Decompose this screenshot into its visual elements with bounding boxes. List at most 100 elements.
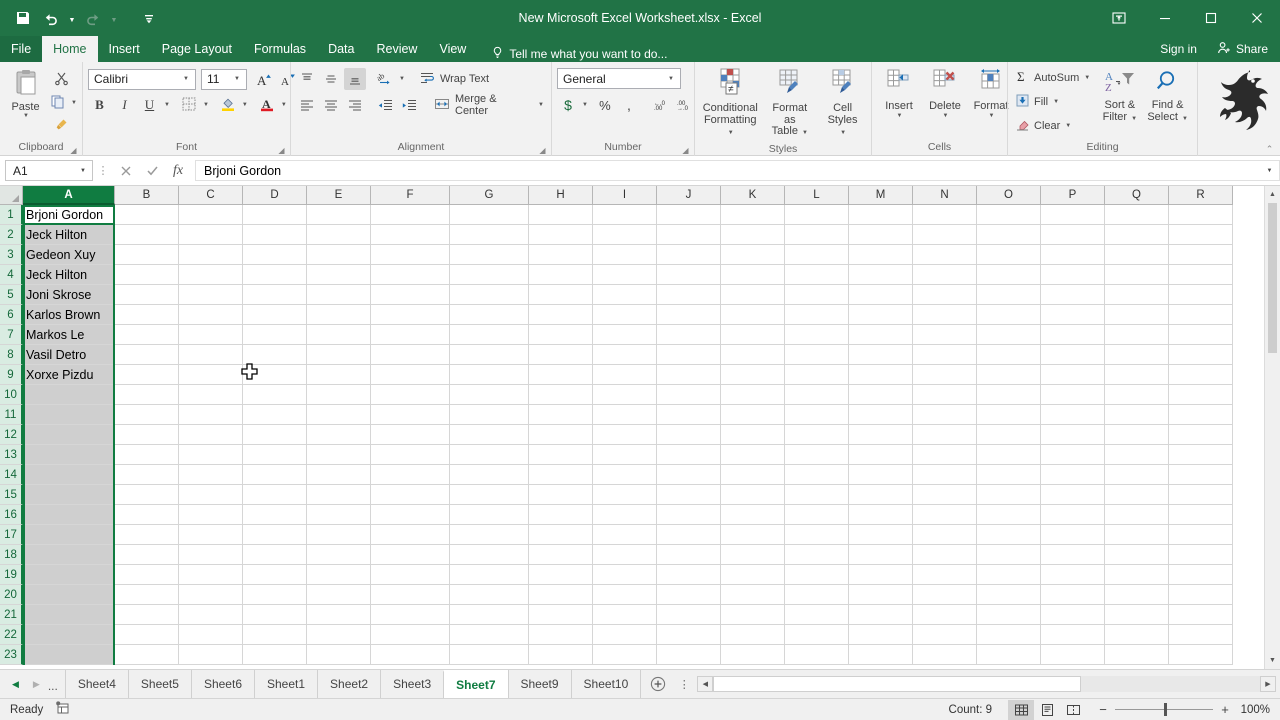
cell-R8[interactable] <box>1169 345 1233 365</box>
cell-P21[interactable] <box>1041 605 1105 625</box>
cell-E6[interactable] <box>307 305 371 325</box>
cell-A13[interactable] <box>23 445 115 465</box>
cell-M18[interactable] <box>849 545 913 565</box>
zoom-out-button[interactable]: − <box>1098 702 1108 717</box>
sort-filter-caret[interactable]: ▼ <box>1131 116 1137 122</box>
cell-A7[interactable]: Markos Le <box>23 325 115 345</box>
cell-M10[interactable] <box>849 385 913 405</box>
insert-cells-caret[interactable]: ▼ <box>897 113 903 119</box>
cell-styles-caret[interactable]: ▼ <box>840 130 846 136</box>
cell-O18[interactable] <box>977 545 1041 565</box>
cell-O10[interactable] <box>977 385 1041 405</box>
ribbon-tab-data[interactable]: Data <box>317 36 365 62</box>
fill-color-dropdown-caret[interactable]: ▼ <box>242 102 248 108</box>
cell-Q15[interactable] <box>1105 485 1169 505</box>
cell-P6[interactable] <box>1041 305 1105 325</box>
cell-G2[interactable] <box>450 225 529 245</box>
cell-E4[interactable] <box>307 265 371 285</box>
cell-O16[interactable] <box>977 505 1041 525</box>
cell-J11[interactable] <box>657 405 721 425</box>
cell-J9[interactable] <box>657 365 721 385</box>
cell-I1[interactable] <box>593 205 657 225</box>
cell-H13[interactable] <box>529 445 593 465</box>
customize-quick-access-icon[interactable] <box>136 5 162 31</box>
cell-N15[interactable] <box>913 485 977 505</box>
cell-B11[interactable] <box>115 405 179 425</box>
row-header-3[interactable]: 3 <box>0 245 23 265</box>
cell-M12[interactable] <box>849 425 913 445</box>
cell-L21[interactable] <box>785 605 849 625</box>
cell-N2[interactable] <box>913 225 977 245</box>
number-format-caret[interactable]: ▼ <box>664 76 678 82</box>
cell-K3[interactable] <box>721 245 785 265</box>
cell-I7[interactable] <box>593 325 657 345</box>
wrap-text-button[interactable]: Wrap Text <box>417 68 491 90</box>
cell-F21[interactable] <box>371 605 450 625</box>
row-header-6[interactable]: 6 <box>0 305 23 325</box>
cell-D9[interactable] <box>243 365 307 385</box>
decrease-indent-button[interactable] <box>374 94 396 116</box>
cell-P23[interactable] <box>1041 645 1105 665</box>
cell-O23[interactable] <box>977 645 1041 665</box>
sign-in-button[interactable]: Sign in <box>1148 42 1209 56</box>
cell-K19[interactable] <box>721 565 785 585</box>
cell-C12[interactable] <box>179 425 243 445</box>
row-header-13[interactable]: 13 <box>0 445 23 465</box>
cell-M11[interactable] <box>849 405 913 425</box>
cell-B5[interactable] <box>115 285 179 305</box>
cell-O1[interactable] <box>977 205 1041 225</box>
cell-N12[interactable] <box>913 425 977 445</box>
middle-align-button[interactable] <box>320 68 342 90</box>
cell-L3[interactable] <box>785 245 849 265</box>
cell-F16[interactable] <box>371 505 450 525</box>
cell-G9[interactable] <box>450 365 529 385</box>
cell-L18[interactable] <box>785 545 849 565</box>
cell-D23[interactable] <box>243 645 307 665</box>
cell-C2[interactable] <box>179 225 243 245</box>
confirm-entry-icon[interactable] <box>139 160 165 182</box>
cell-C9[interactable] <box>179 365 243 385</box>
merge-center-dropdown-caret[interactable]: ▼ <box>538 102 544 108</box>
cell-P18[interactable] <box>1041 545 1105 565</box>
find-select-caret[interactable]: ▼ <box>1182 116 1188 122</box>
page-break-preview-button[interactable] <box>1060 700 1086 720</box>
copy-dropdown-caret[interactable]: ▼ <box>71 100 77 106</box>
cell-K10[interactable] <box>721 385 785 405</box>
sheet-tab-sheet1[interactable]: Sheet1 <box>254 670 319 698</box>
cell-R17[interactable] <box>1169 525 1233 545</box>
cell-A20[interactable] <box>23 585 115 605</box>
cell-O12[interactable] <box>977 425 1041 445</box>
column-header-f[interactable]: F <box>371 186 450 205</box>
fill-color-button[interactable] <box>217 94 239 116</box>
cell-O19[interactable] <box>977 565 1041 585</box>
cell-Q19[interactable] <box>1105 565 1169 585</box>
row-header-23[interactable]: 23 <box>0 645 23 665</box>
cell-O9[interactable] <box>977 365 1041 385</box>
cell-C11[interactable] <box>179 405 243 425</box>
cell-M4[interactable] <box>849 265 913 285</box>
cell-R6[interactable] <box>1169 305 1233 325</box>
cell-N19[interactable] <box>913 565 977 585</box>
cell-E21[interactable] <box>307 605 371 625</box>
cell-I10[interactable] <box>593 385 657 405</box>
cell-D17[interactable] <box>243 525 307 545</box>
cell-E16[interactable] <box>307 505 371 525</box>
cell-P7[interactable] <box>1041 325 1105 345</box>
previous-sheet-icon[interactable]: ◀ <box>12 679 19 690</box>
cell-H8[interactable] <box>529 345 593 365</box>
cell-D5[interactable] <box>243 285 307 305</box>
cell-K7[interactable] <box>721 325 785 345</box>
cell-F1[interactable] <box>371 205 450 225</box>
cell-Q10[interactable] <box>1105 385 1169 405</box>
cell-J14[interactable] <box>657 465 721 485</box>
cell-G16[interactable] <box>450 505 529 525</box>
row-header-7[interactable]: 7 <box>0 325 23 345</box>
cell-H2[interactable] <box>529 225 593 245</box>
cell-styles-button[interactable]: Cell Styles ▼ <box>819 66 866 142</box>
accounting-dropdown-caret[interactable]: ▼ <box>582 102 588 108</box>
column-header-n[interactable]: N <box>913 186 977 205</box>
cell-B6[interactable] <box>115 305 179 325</box>
cell-K16[interactable] <box>721 505 785 525</box>
cell-A8[interactable]: Vasil Detro <box>23 345 115 365</box>
cell-H11[interactable] <box>529 405 593 425</box>
